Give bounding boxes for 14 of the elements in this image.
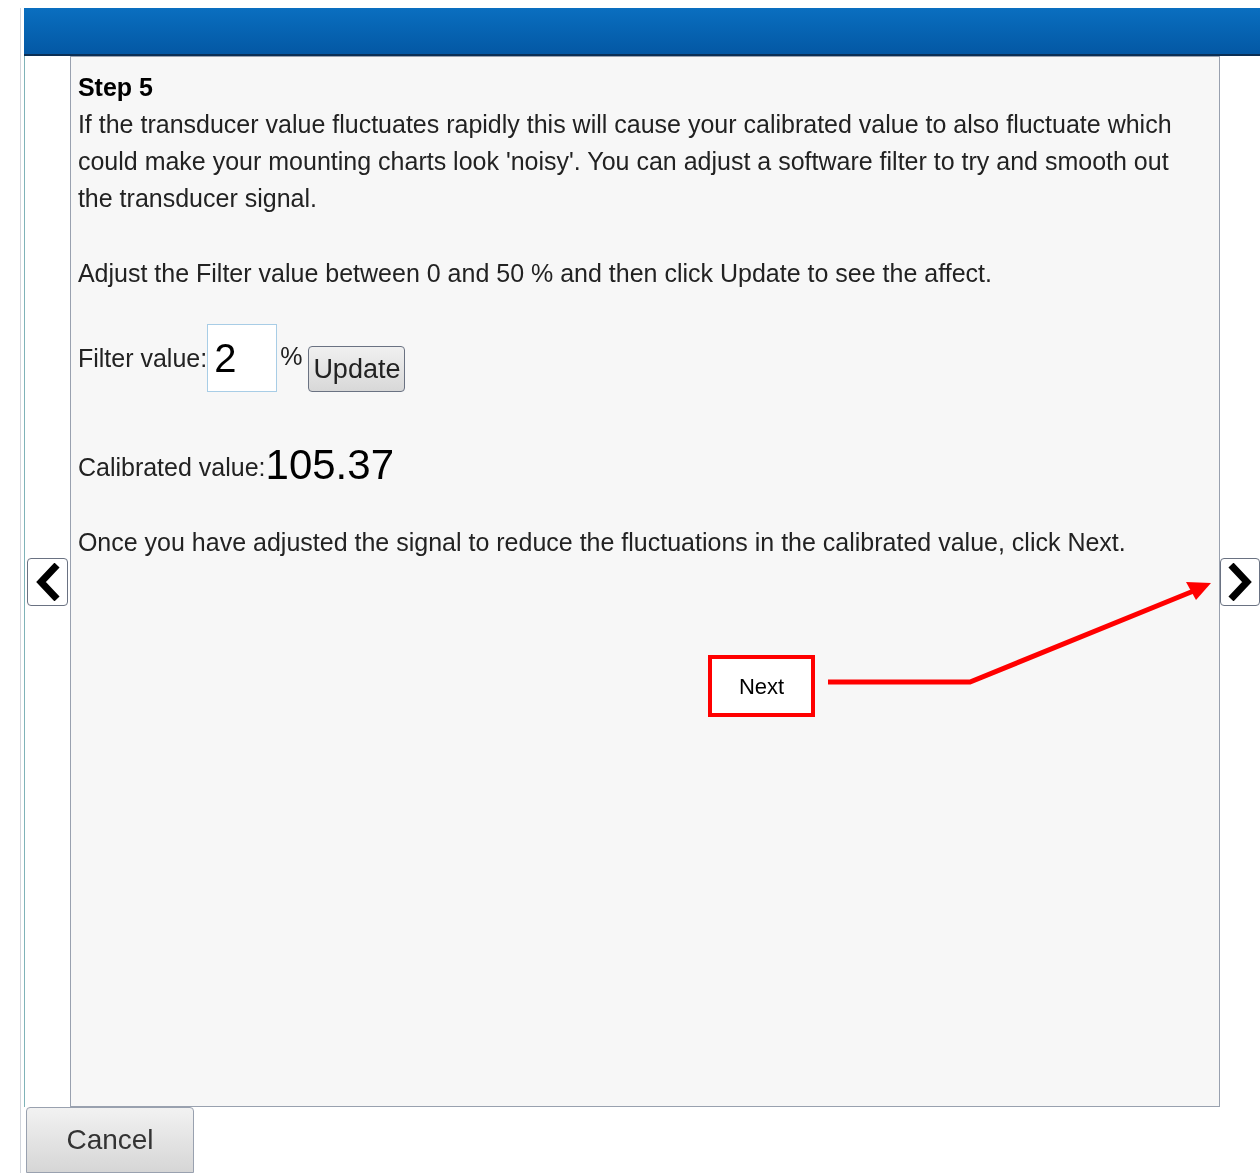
next-button[interactable]	[1220, 557, 1260, 606]
callout-label: Next	[708, 655, 815, 717]
instruction-text: Adjust the Filter value between 0 and 50 % and then click Update to see the affect.	[77, 258, 993, 289]
calibrated-label: Calibrated value:	[77, 452, 266, 483]
step-title: Step 5	[77, 72, 154, 103]
intro-text: If the transducer value fluctuates rapidly this will cause your calibrated value to also fluctuate which could make your mounting charts look 'noisy'. You can adjust a software filter to try and smooth out the transducer signal.	[77, 109, 1173, 214]
calibrated-value: 105.37	[265, 440, 394, 490]
filter-label: Filter value:	[77, 343, 208, 374]
outro-text: Once you have adjusted the signal to reduce the fluctuations in the calibrated value, click Next.	[77, 527, 1127, 558]
filter-input[interactable]: 2	[207, 324, 278, 392]
previous-button[interactable]	[27, 557, 68, 606]
percent-label: %	[280, 341, 303, 372]
cancel-button[interactable]: Cancel	[26, 1107, 194, 1173]
update-button[interactable]: Update	[308, 346, 406, 392]
